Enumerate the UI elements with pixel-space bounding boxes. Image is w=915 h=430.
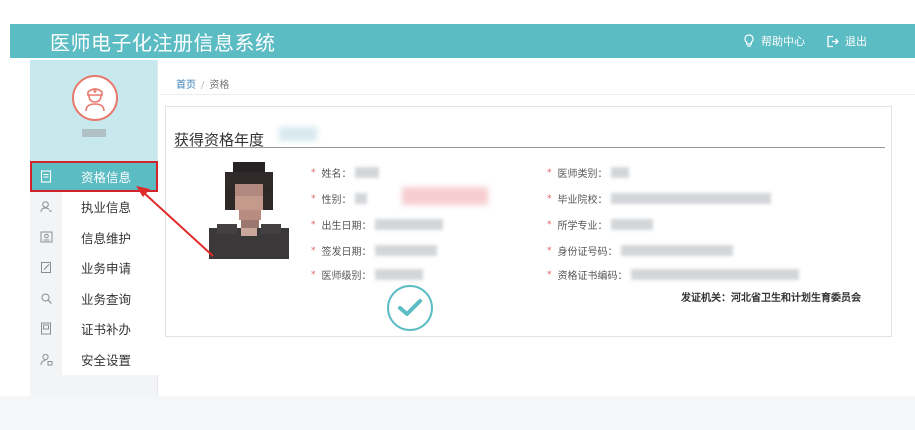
annotation-arrow: [136, 186, 214, 257]
page: 医师电子化注册信息系统 帮助中心 退出 资格信息 执业信息 信息维护 业务申请 …: [0, 0, 915, 430]
